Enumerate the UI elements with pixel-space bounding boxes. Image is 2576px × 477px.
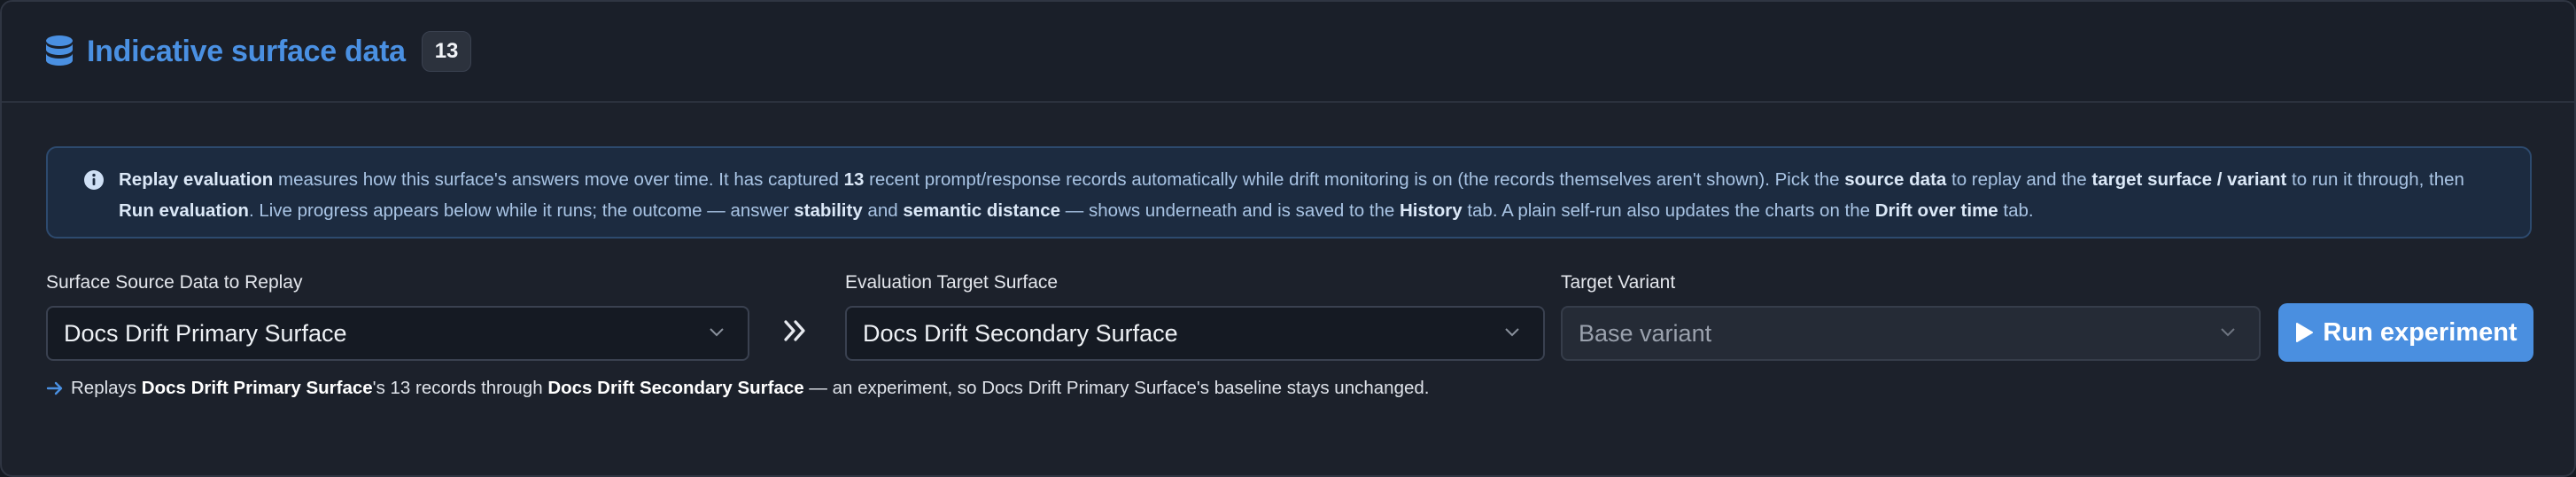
info-text-segment: target surface / variant bbox=[2091, 169, 2287, 190]
target-variant-label: Target Variant bbox=[1561, 272, 1676, 293]
info-text-segment: to replay and the bbox=[1946, 169, 2092, 190]
arrow-right-icon bbox=[46, 381, 63, 395]
chevron-down-icon bbox=[1505, 328, 1519, 337]
chevron-down-icon bbox=[710, 328, 724, 337]
info-text-segment: tab. A plain self-run also updates the c… bbox=[1462, 200, 1875, 221]
replay-summary-segment: Docs Drift Secondary Surface bbox=[547, 378, 804, 398]
replay-summary-segment: 's 13 records through bbox=[372, 378, 548, 398]
info-text: Replay evaluation measures how this surf… bbox=[119, 164, 2503, 226]
source-data-value: Docs Drift Primary Surface bbox=[64, 319, 347, 347]
play-icon bbox=[2296, 323, 2314, 342]
info-text-segment: and bbox=[862, 200, 904, 221]
run-experiment-button[interactable]: Run experiment bbox=[2278, 303, 2533, 362]
target-surface-label: Evaluation Target Surface bbox=[845, 272, 1059, 293]
replay-summary-segment: Replays bbox=[71, 378, 142, 398]
target-surface-select[interactable]: Docs Drift Secondary Surface bbox=[845, 306, 1545, 361]
info-text-segment: tab. bbox=[1998, 200, 2034, 221]
indicative-surface-panel: Indicative surface data 13 Replay evalua… bbox=[0, 0, 2576, 477]
info-text-segment: recent prompt/response records automatic… bbox=[864, 169, 1845, 190]
panel-header: Indicative surface data 13 bbox=[2, 2, 2574, 103]
target-surface-value: Docs Drift Secondary Surface bbox=[863, 319, 1178, 347]
chevron-down-icon bbox=[2221, 328, 2235, 337]
target-variant-value: Base variant bbox=[1579, 319, 1712, 347]
source-data-label: Surface Source Data to Replay bbox=[46, 272, 303, 293]
run-experiment-label: Run experiment bbox=[2323, 317, 2518, 347]
info-text-segment: semantic distance bbox=[903, 200, 1061, 221]
record-count-badge: 13 bbox=[421, 31, 472, 72]
info-circle-icon bbox=[84, 170, 104, 190]
info-text-segment: History bbox=[1399, 200, 1463, 221]
info-text-segment: — shows underneath and is saved to the bbox=[1060, 200, 1400, 221]
panel-title: Indicative surface data bbox=[87, 34, 406, 68]
replay-summary-note: Replays Docs Drift Primary Surface's 13 … bbox=[46, 378, 1429, 399]
info-text-segment: Replay evaluation bbox=[119, 169, 274, 190]
database-icon bbox=[46, 35, 73, 66]
replay-summary-text: Replays Docs Drift Primary Surface's 13 … bbox=[71, 378, 1429, 399]
info-text-segment: . Live progress appears below while it r… bbox=[248, 200, 795, 221]
info-text-segment: 13 bbox=[843, 169, 865, 190]
info-callout: Replay evaluation measures how this surf… bbox=[46, 146, 2532, 238]
info-text-segment: source data bbox=[1844, 169, 1947, 190]
info-text-segment: Drift over time bbox=[1874, 200, 1998, 221]
replay-summary-segment: Docs Drift Primary Surface bbox=[141, 378, 373, 398]
target-variant-select[interactable]: Base variant bbox=[1561, 306, 2261, 361]
double-chevron-right-icon bbox=[784, 320, 805, 341]
replay-summary-segment: — an experiment, so Docs Drift Primary S… bbox=[803, 378, 1430, 398]
info-text-segment: Run evaluation bbox=[119, 200, 249, 221]
source-data-select[interactable]: Docs Drift Primary Surface bbox=[46, 306, 749, 361]
info-text-segment: measures how this surface's answers move… bbox=[273, 169, 844, 190]
info-text-segment: to run it through, then bbox=[2286, 169, 2464, 190]
info-text-segment: stability bbox=[794, 200, 863, 221]
